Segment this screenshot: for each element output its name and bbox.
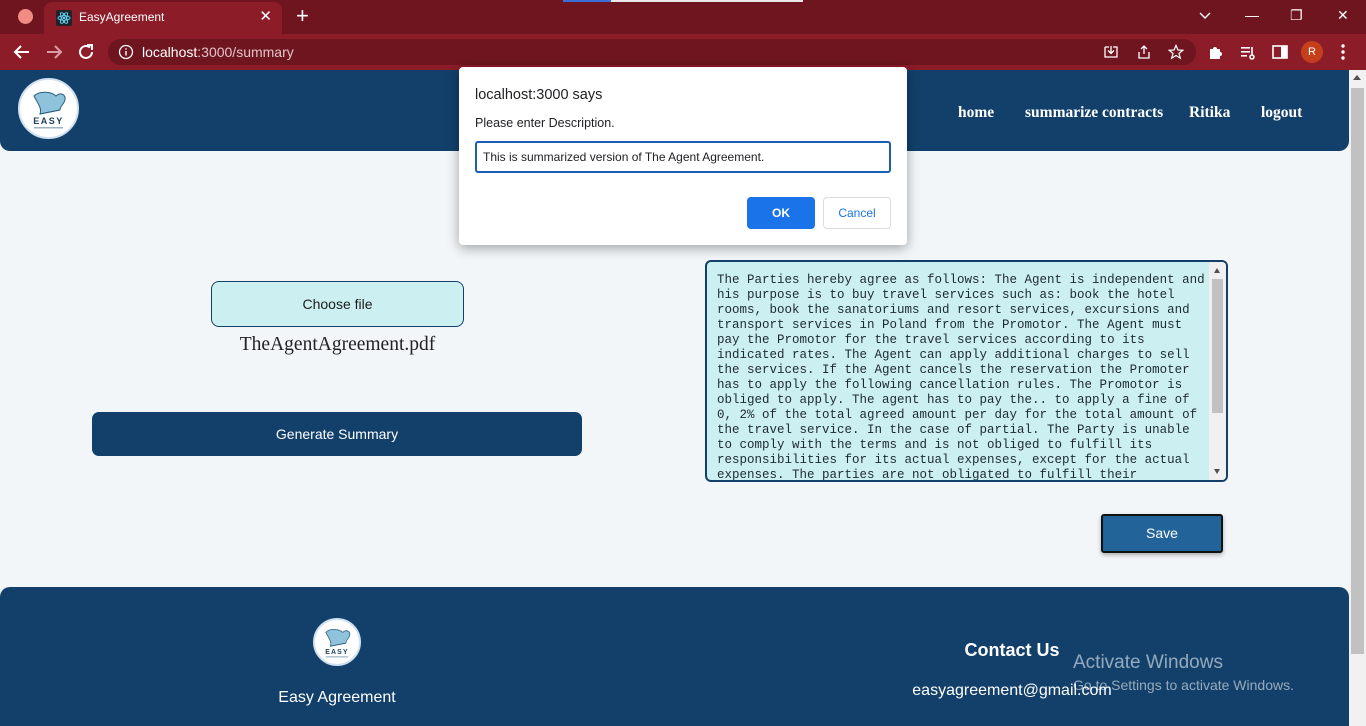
nav-home[interactable]: home <box>958 104 994 122</box>
footer-brand-name: Easy Agreement <box>278 689 396 706</box>
activate-windows-subtitle: Go to Settings to activate Windows. <box>1073 677 1294 693</box>
forward-arrow-icon[interactable] <box>43 41 65 63</box>
browser-tab[interactable]: EasyAgreement ✕ <box>44 2 282 34</box>
close-window-button[interactable]: ✕ <box>1337 6 1349 24</box>
minimize-button[interactable]: — <box>1245 6 1259 24</box>
browser-tabbar: EasyAgreement ✕ + — ❐ ✕ <box>0 0 1366 34</box>
reading-list-icon[interactable] <box>1239 43 1257 61</box>
install-icon[interactable] <box>1103 44 1119 60</box>
description-input[interactable] <box>475 141 891 173</box>
reload-icon[interactable] <box>75 41 97 63</box>
site-info-icon[interactable] <box>118 44 134 60</box>
svg-text:EASY: EASY <box>325 649 349 656</box>
page-scrollbar[interactable] <box>1349 70 1366 726</box>
tab-close-icon[interactable]: ✕ <box>259 8 272 26</box>
prompt-dialog: localhost:3000 says Please enter Descrip… <box>459 67 907 245</box>
svg-text:EASY: EASY <box>33 116 64 126</box>
bookmark-star-icon[interactable] <box>1168 44 1184 60</box>
address-bar[interactable]: localhost:3000/summary <box>108 39 1196 65</box>
extensions-puzzle-icon[interactable] <box>1207 43 1225 61</box>
nav-logout[interactable]: logout <box>1261 104 1302 122</box>
choose-file-button[interactable]: Choose file <box>211 281 464 327</box>
scroll-up-arrow-icon[interactable] <box>1353 75 1361 80</box>
summary-scroll-up-icon[interactable] <box>1214 268 1220 273</box>
save-button[interactable]: Save <box>1101 514 1223 553</box>
share-icon[interactable] <box>1136 44 1152 60</box>
footer-logo: EASY <box>313 618 361 666</box>
scroll-logo-icon: EASY <box>33 91 66 129</box>
summary-text[interactable]: The Parties hereby agree as follows: The… <box>717 273 1207 480</box>
activate-windows-title: Activate Windows <box>1073 652 1223 673</box>
tab-title: EasyAgreement <box>79 10 165 24</box>
summary-scroll-down-icon[interactable] <box>1214 469 1220 474</box>
side-panel-icon[interactable] <box>1271 43 1289 61</box>
scroll-logo-icon: EASY <box>325 629 351 658</box>
restore-button[interactable]: ❐ <box>1290 6 1303 24</box>
summary-scrollbar-thumb[interactable] <box>1212 279 1223 413</box>
summary-textarea[interactable]: The Parties hereby agree as follows: The… <box>705 260 1228 482</box>
cancel-button[interactable]: Cancel <box>823 197 891 229</box>
tab-list-chevron-icon[interactable] <box>1199 9 1211 21</box>
back-arrow-icon[interactable] <box>11 41 33 63</box>
tab-search-dot[interactable] <box>18 9 33 24</box>
ok-button[interactable]: OK <box>747 197 815 229</box>
dialog-message: Please enter Description. <box>475 116 615 130</box>
new-tab-button[interactable]: + <box>296 4 309 28</box>
selected-file-name: TheAgentAgreement.pdf <box>239 334 436 355</box>
nav-user[interactable]: Ritika <box>1189 104 1230 122</box>
generate-summary-button[interactable]: Generate Summary <box>92 412 582 456</box>
nav-summarize-contracts[interactable]: summarize contracts <box>1025 104 1163 122</box>
browser-toolbar: localhost:3000/summary R <box>0 34 1366 70</box>
summary-scrollbar[interactable] <box>1209 262 1226 480</box>
dialog-title: localhost:3000 says <box>475 87 603 103</box>
react-icon <box>56 10 72 26</box>
browser-menu-icon[interactable] <box>1338 42 1348 62</box>
profile-avatar[interactable]: R <box>1301 41 1323 63</box>
loading-progress <box>563 0 803 2</box>
url-text[interactable]: localhost:3000/summary <box>142 44 294 60</box>
header-logo[interactable]: EASY <box>18 78 79 139</box>
page-scrollbar-thumb[interactable] <box>1351 88 1364 654</box>
